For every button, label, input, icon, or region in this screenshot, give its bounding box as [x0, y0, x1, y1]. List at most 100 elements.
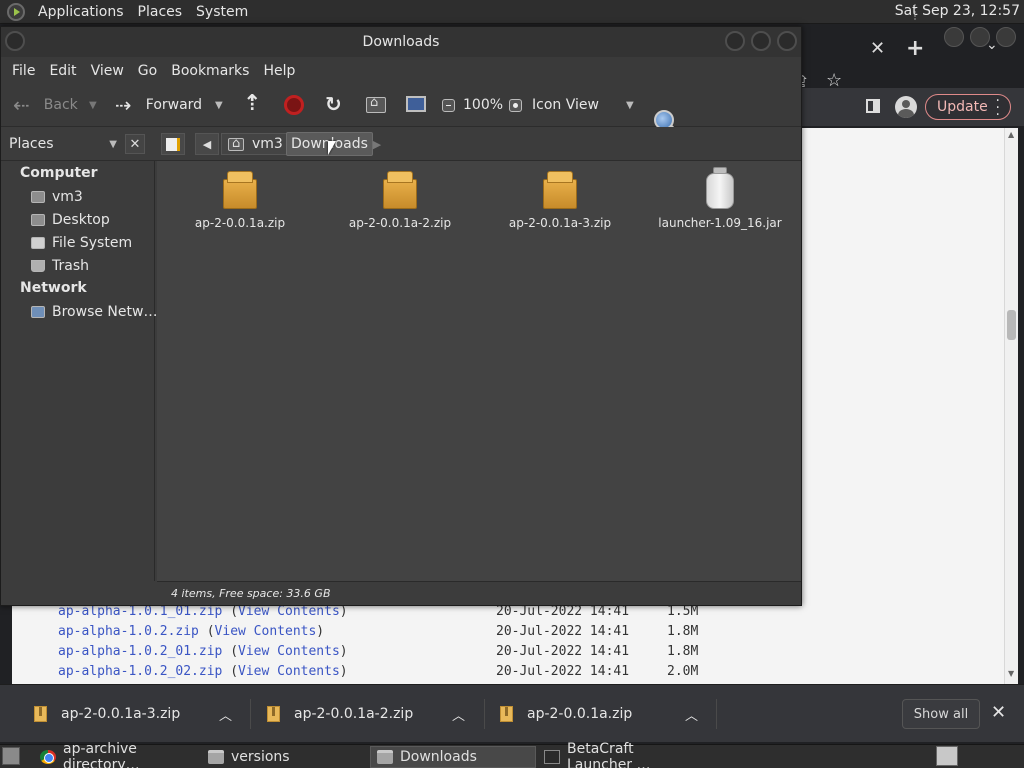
view-contents-link[interactable]: View Contents	[238, 604, 340, 619]
menu-go[interactable]: Go	[131, 63, 164, 79]
file-icon-view[interactable]: ap-2-0.0.1a.zip ap-2-0.0.1a-2.zip ap-2-0…	[157, 161, 801, 581]
breadcrumb-label: vm3	[252, 136, 283, 152]
sidebar-item-label: Desktop	[52, 212, 110, 228]
more-menu-icon[interactable]: · · ·	[996, 94, 1000, 122]
breadcrumb-left-icon[interactable]: ◀	[195, 133, 219, 155]
file-item[interactable]: launcher-1.09_16.jar	[645, 167, 795, 230]
menu-view[interactable]: View	[84, 63, 131, 79]
close-window-button[interactable]	[996, 27, 1016, 47]
window-menu-button[interactable]	[5, 31, 25, 51]
trash-applet-icon[interactable]	[936, 746, 958, 766]
close-window-button[interactable]	[777, 31, 797, 51]
view-contents-link[interactable]: View Contents	[215, 624, 317, 639]
distro-logo-icon[interactable]	[7, 2, 25, 21]
forward-button[interactable]: ⇢ Forward	[115, 95, 202, 115]
reload-icon[interactable]: ↻	[325, 92, 342, 116]
download-item[interactable]: ap-2-0.0.1a-3.zip	[34, 697, 180, 731]
listing-file-link[interactable]: ap-alpha-1.0.1_01.zip	[58, 604, 222, 619]
applications-menu[interactable]: Applications	[31, 4, 131, 20]
zoom-out-icon[interactable]	[442, 98, 455, 112]
terminal-icon	[544, 750, 560, 764]
listing-size: 1.8M	[667, 624, 699, 639]
bookmark-star-icon[interactable]: ☆	[826, 70, 842, 91]
taskbar-item-betacraft[interactable]: BetaCraft Launcher …	[538, 741, 704, 768]
sidebar-item-filesystem[interactable]: File System	[31, 233, 132, 253]
download-options-chevron-icon[interactable]: ︿	[219, 697, 232, 731]
close-download-shelf-icon[interactable]: ✕	[991, 702, 1006, 723]
divider	[250, 699, 251, 729]
listing-date: 20-Jul-2022 14:41	[496, 664, 630, 679]
tab-search-chevron-icon[interactable]: ⌄	[986, 37, 998, 53]
computer-icon[interactable]	[406, 96, 426, 112]
profile-avatar-icon[interactable]	[895, 96, 917, 118]
zoom-control[interactable]: 100%	[442, 97, 503, 113]
zoom-in-icon[interactable]	[509, 98, 522, 112]
close-sidebar-icon[interactable]: ✕	[125, 134, 145, 154]
minimize-button[interactable]	[725, 31, 745, 51]
listing-date: 20-Jul-2022 14:41	[496, 604, 630, 619]
home-folder-icon[interactable]	[366, 95, 386, 113]
download-item[interactable]: ap-2-0.0.1a-2.zip	[267, 697, 413, 731]
tab-close-icon[interactable]: ✕	[870, 38, 885, 59]
menu-file[interactable]: File	[5, 63, 42, 79]
sidebar-item-desktop[interactable]: Desktop	[31, 210, 110, 230]
download-item-name: ap-2-0.0.1a.zip	[527, 706, 633, 722]
breadcrumb-right-icon[interactable]: ▶	[367, 133, 387, 155]
system-menu[interactable]: System	[189, 4, 255, 20]
file-item[interactable]: ap-2-0.0.1a-3.zip	[485, 171, 635, 230]
taskbar-item-browser[interactable]: ap-archive directory…	[34, 741, 200, 768]
file-item[interactable]: ap-2-0.0.1a-2.zip	[325, 171, 475, 230]
listing-size: 1.5M	[667, 604, 699, 619]
sidebar-pane-label: Places	[9, 136, 54, 152]
menu-bookmarks[interactable]: Bookmarks	[164, 63, 256, 79]
sidebar-header-network: Network	[20, 280, 87, 296]
top-panel: Applications Places System Sat Sep 23, 1…	[0, 0, 1024, 24]
menu-help[interactable]: Help	[256, 63, 302, 79]
show-all-downloads-button[interactable]: Show all	[902, 699, 980, 729]
taskbar-item-versions[interactable]: versions	[202, 746, 368, 768]
listing-row: ap-alpha-1.0.2_01.zip (View Contents)	[58, 644, 348, 659]
up-arrow-icon[interactable]: ⇡	[243, 91, 261, 116]
listing-file-link[interactable]: ap-alpha-1.0.2.zip	[58, 624, 199, 639]
scroll-up-icon[interactable]: ▲	[1008, 130, 1014, 139]
places-menu[interactable]: Places	[131, 4, 190, 20]
show-desktop-icon[interactable]	[2, 747, 20, 765]
menu-edit[interactable]: Edit	[42, 63, 83, 79]
scroll-thumb[interactable]	[1007, 310, 1016, 340]
listing-row: ap-alpha-1.0.1_01.zip (View Contents)	[58, 604, 348, 619]
back-history-dropdown-icon[interactable]: ▼	[89, 100, 97, 111]
listing-file-link[interactable]: ap-alpha-1.0.2_02.zip	[58, 664, 222, 679]
side-panel-icon[interactable]	[866, 99, 880, 113]
status-bar: 4 items, Free space: 33.6 GB	[157, 581, 801, 605]
download-options-chevron-icon[interactable]: ︿	[685, 697, 698, 731]
window-titlebar[interactable]: Downloads	[1, 27, 801, 57]
download-item[interactable]: ap-2-0.0.1a.zip	[500, 697, 632, 731]
taskbar-item-downloads[interactable]: Downloads	[370, 746, 536, 768]
file-manager-window: Downloads File Edit View Go Bookmarks He…	[0, 26, 802, 606]
clock[interactable]: Sat Sep 23, 12:57	[895, 3, 1020, 19]
minimize-button[interactable]	[944, 27, 964, 47]
edit-location-icon[interactable]	[161, 133, 185, 155]
scroll-down-icon[interactable]: ▼	[1008, 669, 1014, 678]
listing-file-link[interactable]: ap-alpha-1.0.2_01.zip	[58, 644, 222, 659]
view-mode-select[interactable]: Icon View	[509, 97, 599, 113]
update-button[interactable]: Update · · ·	[925, 94, 1011, 122]
sidebar-pane-select[interactable]: Places ▼	[5, 132, 121, 156]
taskbar-item-label: Downloads	[400, 749, 477, 765]
sidebar-item-home[interactable]: vm3	[31, 187, 83, 207]
sidebar-item-trash[interactable]: Trash	[31, 256, 89, 276]
sidebar-item-browse-network[interactable]: Browse Netw…	[31, 302, 157, 322]
back-button[interactable]: ⇠ Back	[13, 95, 78, 115]
page-scrollbar[interactable]: ▲ ▼	[1004, 128, 1018, 684]
view-contents-link[interactable]: View Contents	[238, 644, 340, 659]
view-contents-link[interactable]: View Contents	[238, 664, 340, 679]
stop-icon[interactable]	[284, 95, 304, 115]
forward-history-dropdown-icon[interactable]: ▼	[215, 100, 223, 111]
file-item[interactable]: ap-2-0.0.1a.zip	[165, 171, 315, 230]
view-mode-dropdown-icon[interactable]: ▼	[626, 100, 634, 111]
breadcrumb-home[interactable]: vm3	[221, 133, 290, 155]
download-options-chevron-icon[interactable]: ︿	[452, 697, 465, 731]
maximize-button[interactable]	[751, 31, 771, 51]
new-tab-icon[interactable]: +	[906, 36, 924, 61]
taskbar-item-label: ap-archive directory…	[63, 741, 140, 768]
